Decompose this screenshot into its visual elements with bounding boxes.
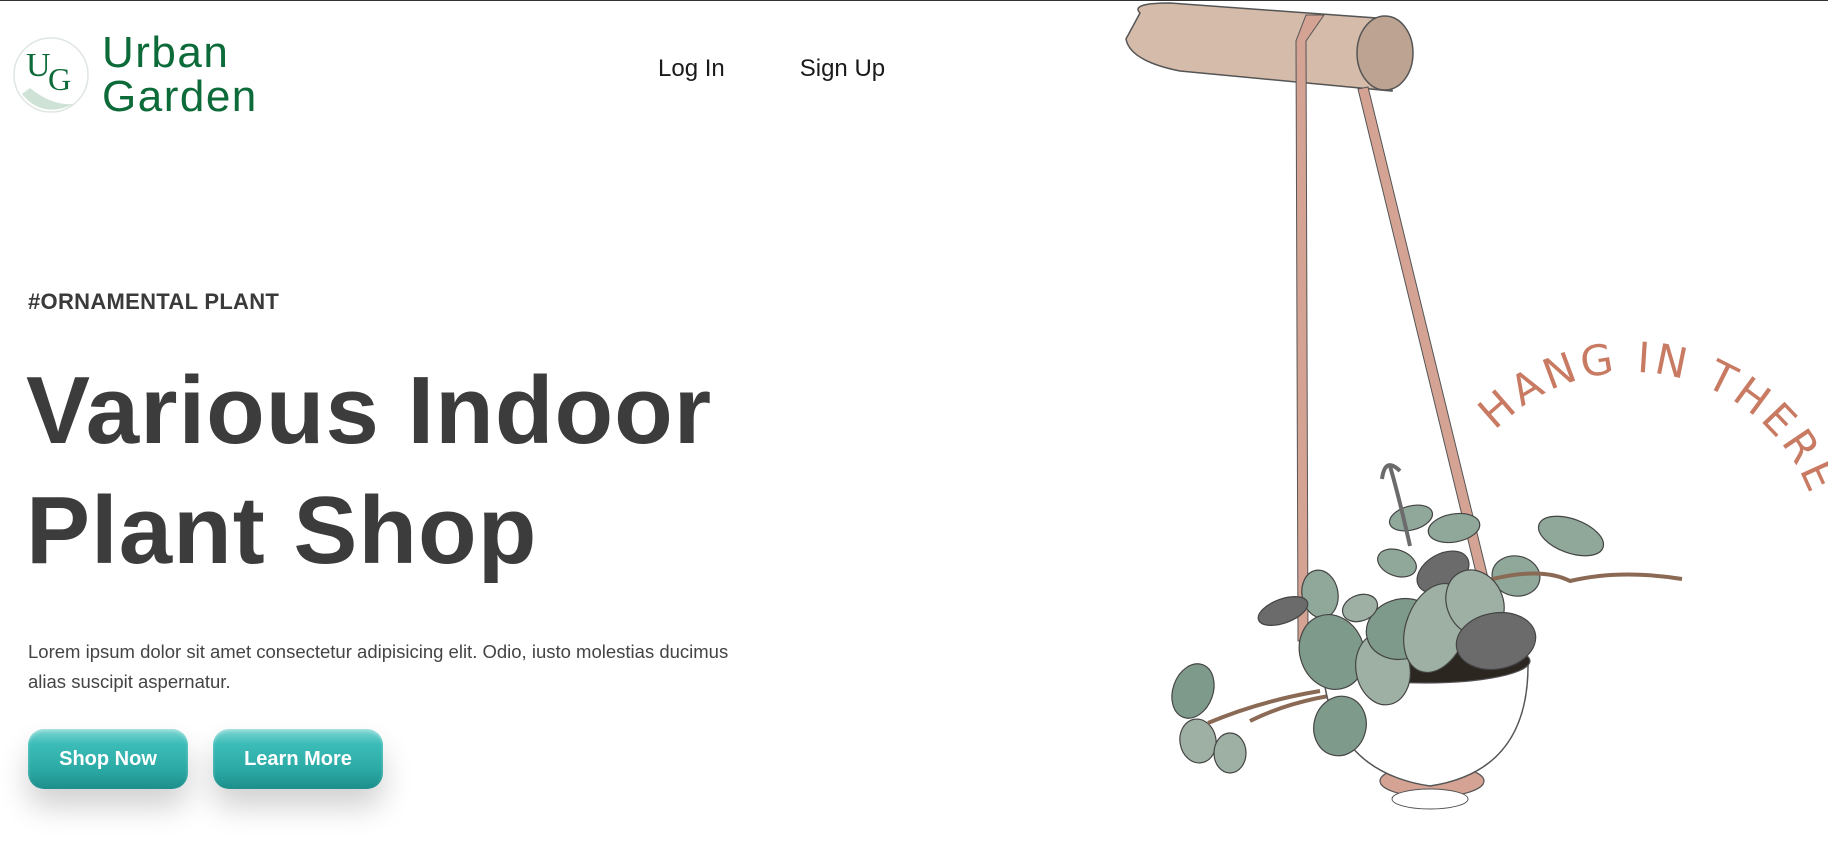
login-link[interactable]: Log In: [658, 55, 725, 83]
hero-title-line1: Various Indoor: [26, 357, 713, 464]
wooden-rod: [1125, 2, 1414, 92]
logo-monogram-u: U: [26, 47, 51, 84]
brand-name-line2: Garden: [102, 72, 258, 121]
hero-tag: #ORNAMENTAL PLANT: [28, 289, 280, 314]
signup-link[interactable]: Sign Up: [800, 55, 885, 83]
logo-monogram-g: G: [48, 61, 71, 97]
top-nav: Log In Sign Up: [658, 55, 885, 83]
brand-name: Urban Garden: [102, 31, 258, 119]
hanging-plant-illustration: HANG IN THERE: [1125, 2, 1828, 810]
hang-in-there-text: HANG IN THERE: [1469, 333, 1828, 502]
shop-now-button[interactable]: Shop Now: [28, 729, 188, 789]
brand-name-line1: Urban: [102, 28, 230, 77]
hero-description: Lorem ipsum dolor sit amet consectetur a…: [28, 641, 729, 692]
hero-title-line2: Plant Shop: [26, 477, 538, 584]
logo-mark-icon: U G: [13, 37, 89, 113]
hanging-ropes: [1295, 14, 1491, 642]
learn-more-button[interactable]: Learn More: [213, 729, 383, 789]
hero-title: Various Indoor Plant Shop: [26, 351, 786, 591]
brand[interactable]: U G Urban Garden: [12, 31, 258, 119]
hang-in-there-textpath: HANG IN THERE: [1469, 333, 1828, 502]
